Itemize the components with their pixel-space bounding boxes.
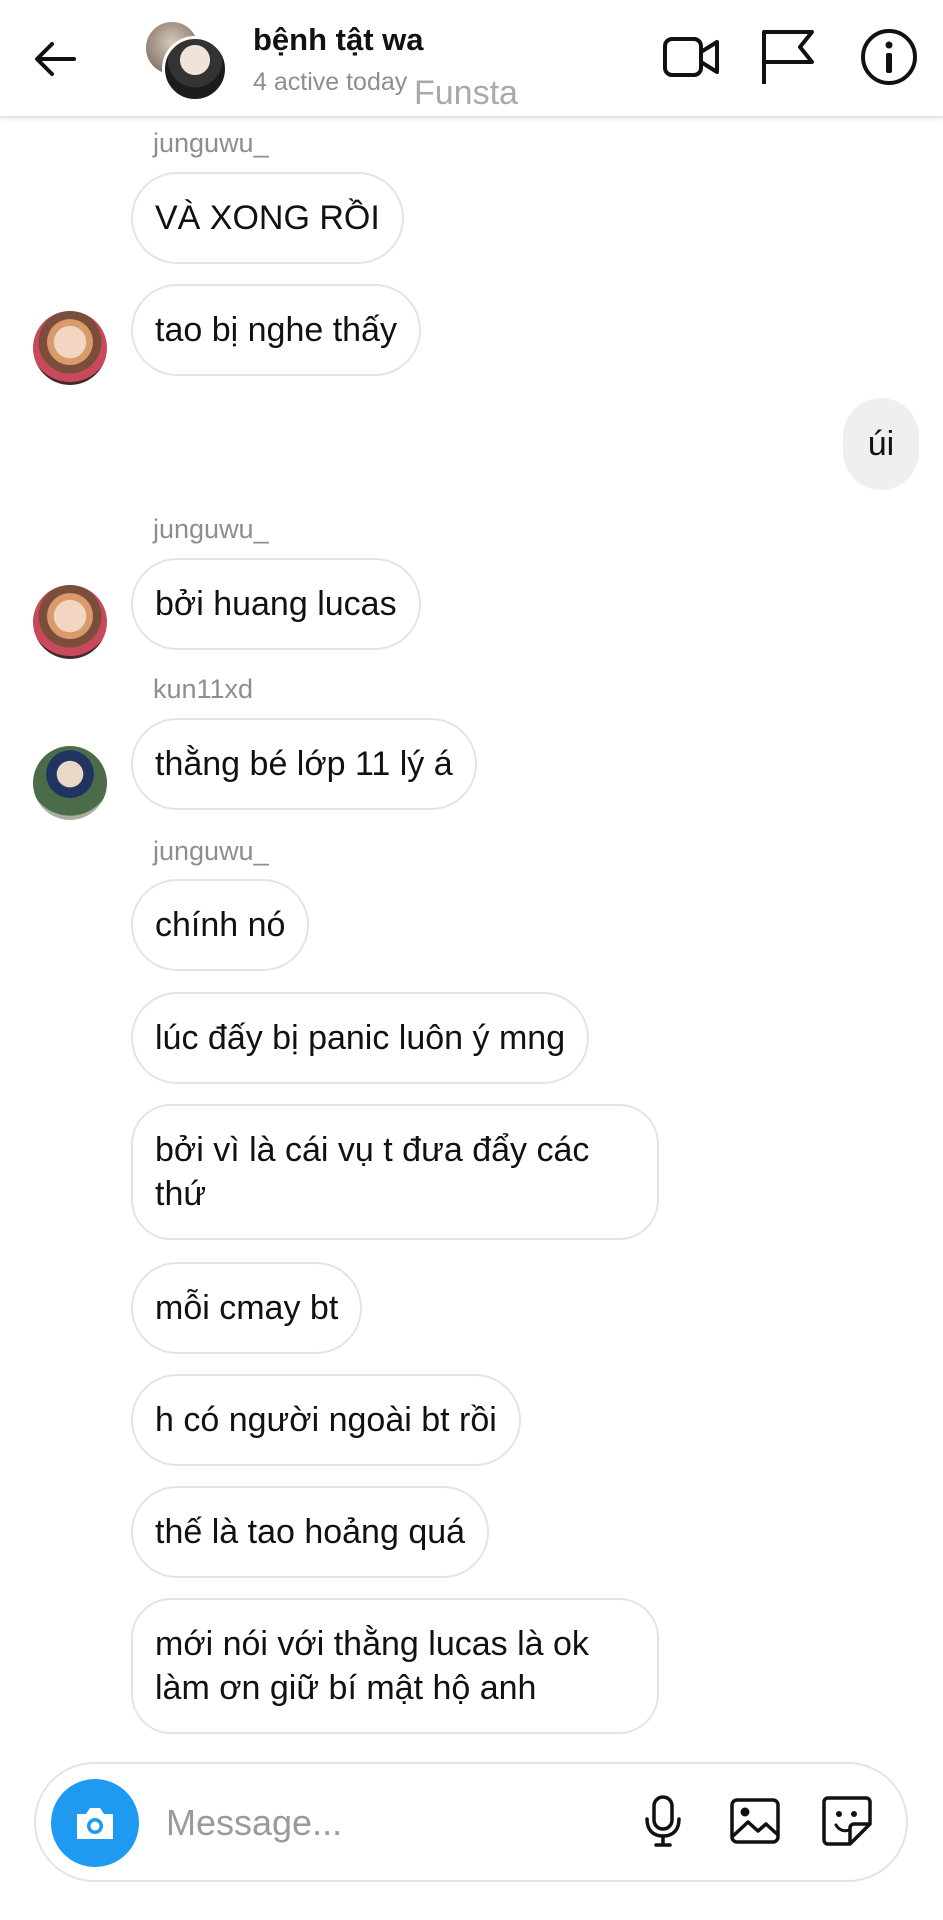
sender-name: junguwu_ xyxy=(153,836,269,866)
message-bubble[interactable]: VÀ XONG RỒI xyxy=(131,172,404,264)
gallery-icon[interactable] xyxy=(728,1794,782,1848)
chat-title[interactable]: bệnh tật wa xyxy=(253,22,424,58)
chat-header: bệnh tật wa 4 active today Funsta xyxy=(0,0,943,118)
camera-icon xyxy=(77,1808,113,1839)
message-bubble[interactable]: h có người ngoài bt rồi xyxy=(131,1374,521,1466)
sender-name: junguwu_ xyxy=(153,514,269,544)
message-bubble[interactable]: lúc đấy bị panic luôn ý mng xyxy=(131,992,590,1084)
message-bubble[interactable]: thằng bé lớp 11 lý á xyxy=(131,718,477,810)
watermark-text: Funsta xyxy=(414,74,518,112)
info-icon[interactable] xyxy=(858,26,920,88)
message-bubble[interactable]: chính nó xyxy=(131,879,310,971)
video-call-icon[interactable] xyxy=(660,26,722,88)
message-input[interactable]: Message... xyxy=(166,1802,342,1844)
avatar[interactable] xyxy=(33,746,107,820)
back-arrow-icon[interactable] xyxy=(30,34,80,84)
camera-button[interactable] xyxy=(51,1779,139,1867)
message-bubble[interactable]: mỗi cmay bt xyxy=(131,1262,363,1354)
avatar[interactable] xyxy=(33,311,107,385)
sticker-icon[interactable] xyxy=(820,1794,874,1848)
sender-name: junguwu_ xyxy=(153,128,269,158)
active-status: 4 active today xyxy=(253,68,408,96)
microphone-icon[interactable] xyxy=(636,1794,690,1848)
message-bubble[interactable]: mới nói với thằng lucas là ok làm ơn giữ… xyxy=(131,1598,659,1734)
report-flag-icon[interactable] xyxy=(756,26,818,88)
avatar[interactable] xyxy=(33,585,107,659)
avatar-member-2 xyxy=(162,36,228,102)
outgoing-message-bubble[interactable]: úi xyxy=(843,398,919,490)
message-bubble[interactable]: thế là tao hoảng quá xyxy=(131,1486,490,1578)
message-bubble[interactable]: bởi vì là cái vụ t đưa đẩy các thứ xyxy=(131,1104,659,1240)
message-bubble[interactable]: bởi huang lucas xyxy=(131,558,421,650)
sender-name: kun11xd xyxy=(153,674,254,704)
message-composer: Message... xyxy=(34,1762,908,1882)
group-avatar[interactable] xyxy=(144,20,228,102)
message-bubble[interactable]: tao bị nghe thấy xyxy=(131,284,421,376)
